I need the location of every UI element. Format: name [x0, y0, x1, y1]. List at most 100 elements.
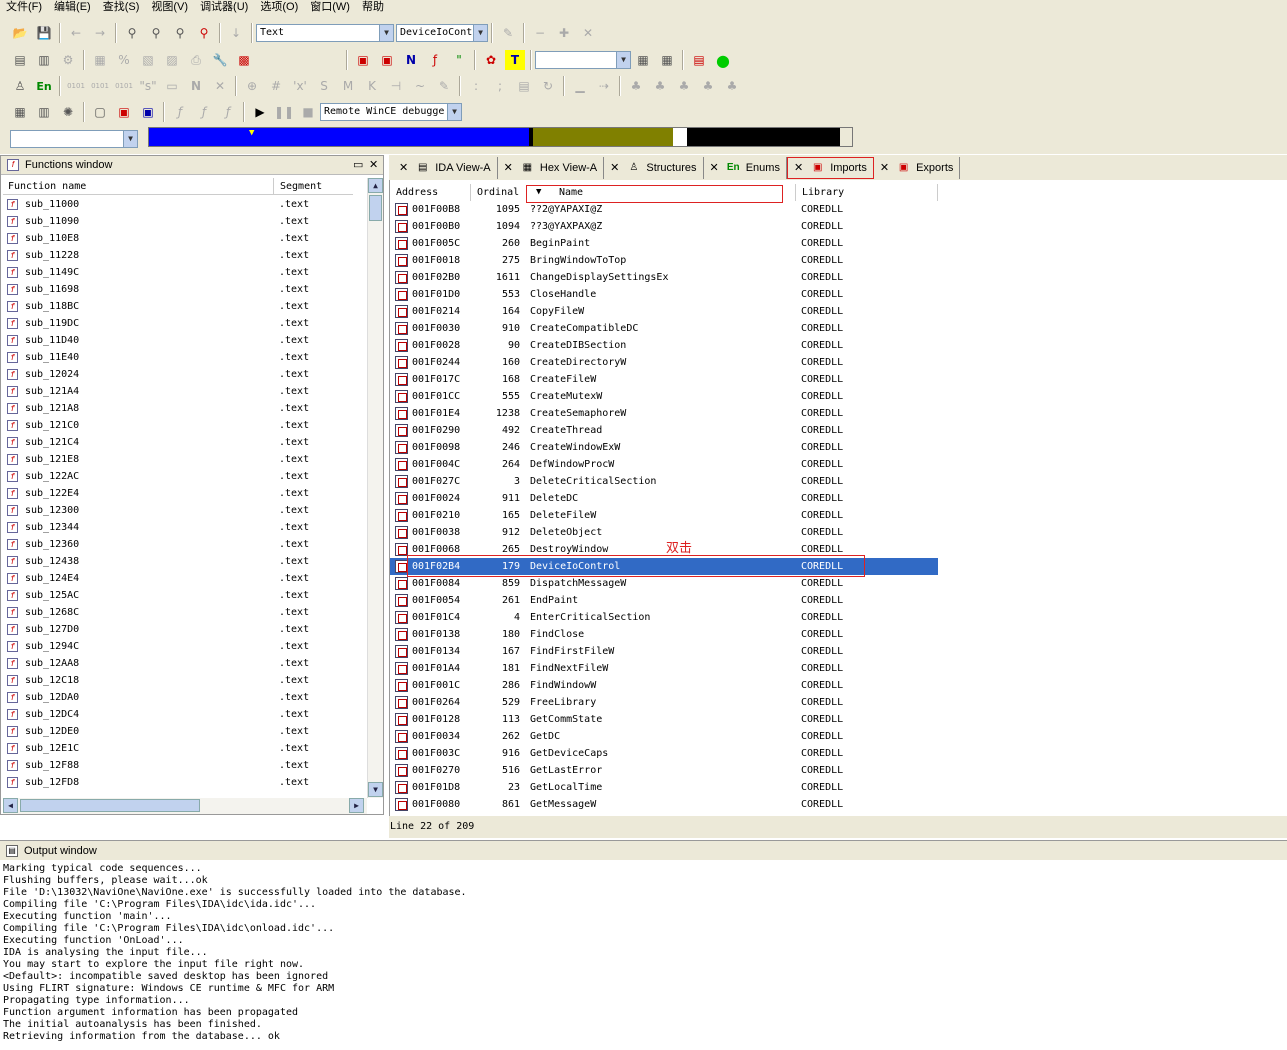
import-row[interactable]: 001F0134 167 FindFirstFileW COREDLL — [390, 643, 938, 660]
segment-s-icon[interactable]: S — [314, 76, 334, 96]
database-icon[interactable]: ▥ — [34, 102, 54, 122]
scroll-down-icon[interactable]: ▼ — [368, 782, 383, 797]
notes-icon[interactable]: ▤ — [689, 50, 709, 70]
search-type-combo[interactable]: Text ▼ — [256, 24, 394, 42]
hscroll-thumb[interactable] — [20, 799, 200, 812]
forward-arrow-icon[interactable]: → — [90, 23, 110, 43]
tree4-icon[interactable]: ♣ — [698, 76, 718, 96]
function-row[interactable]: f sub_12344 .text — [3, 519, 365, 536]
functions-vscroll[interactable]: ▲ ▼ — [367, 178, 383, 798]
import-row[interactable]: 001F01CC 555 CreateMutexW COREDLL — [390, 388, 938, 405]
close-icon[interactable]: ✕ — [369, 156, 378, 175]
import-row[interactable]: 001F00B8 1095 ??2@YAPAXI@Z COREDLL — [390, 201, 938, 218]
percent-icon[interactable]: % — [114, 50, 134, 70]
menu-options[interactable]: 选项(O) — [254, 0, 304, 15]
import-row[interactable]: 001F0080 861 GetMessageW COREDLL — [390, 796, 938, 813]
calc-x-icon[interactable]: ▦ — [657, 50, 677, 70]
calculator-icon[interactable]: ▦ — [10, 102, 30, 122]
chevron-down-icon[interactable]: ▼ — [123, 131, 137, 147]
function-row[interactable]: f sub_11E40 .text — [3, 349, 365, 366]
tilde-icon[interactable]: ~ — [410, 76, 430, 96]
import-row[interactable]: 001F01C4 4 EnterCriticalSection COREDLL — [390, 609, 938, 626]
tab-close-icon[interactable]: ✕ — [610, 161, 619, 174]
k-icon[interactable]: K — [362, 76, 382, 96]
save-icon[interactable]: 💾 — [34, 23, 54, 43]
function-row[interactable]: f sub_12DA0 .text — [3, 689, 365, 706]
function-row[interactable]: f sub_12F88 .text — [3, 757, 365, 774]
tree-icon[interactable]: ♣ — [626, 76, 646, 96]
functions-icon[interactable]: ƒ — [425, 50, 445, 70]
function-row[interactable]: f sub_121A4 .text — [3, 383, 365, 400]
names-icon[interactable]: N — [401, 50, 421, 70]
column-ordinal[interactable]: Ordinal — [470, 184, 519, 201]
flow-icon[interactable]: ⇢ — [594, 76, 614, 96]
scroll-thumb[interactable] — [369, 195, 382, 221]
graph-icon[interactable]: ▨ — [162, 50, 182, 70]
import-row[interactable]: 001F0018 275 BringWindowToTop COREDLL — [390, 252, 938, 269]
navigation-band[interactable]: ▼ — [148, 127, 853, 147]
window-red-icon[interactable]: ▣ — [114, 102, 134, 122]
grid-icon[interactable]: ▦ — [90, 50, 110, 70]
function-row[interactable]: f sub_11090 .text — [3, 213, 365, 230]
function-row[interactable]: f sub_11000 .text — [3, 196, 365, 213]
function-row[interactable]: f sub_122E4 .text — [3, 485, 365, 502]
menu-help[interactable]: 帮助 — [356, 0, 390, 15]
function-row[interactable]: f sub_121C4 .text — [3, 434, 365, 451]
function-row[interactable]: f sub_121C0 .text — [3, 417, 365, 434]
tab-close-icon[interactable]: ✕ — [794, 161, 803, 174]
chevron-down-icon[interactable]: ▼ — [473, 25, 487, 41]
menu-window[interactable]: 窗口(W) — [304, 0, 356, 15]
function-row[interactable]: f sub_11228 .text — [3, 247, 365, 264]
tab-exports[interactable]: ✕ ▣ Exports — [874, 156, 961, 179]
import-row[interactable]: 001F0270 516 GetLastError COREDLL — [390, 762, 938, 779]
import-row[interactable]: 001F01E4 1238 CreateSemaphoreW COREDLL — [390, 405, 938, 422]
char-icon[interactable]: 'x' — [290, 76, 310, 96]
import-icon[interactable]: ▣ — [353, 50, 373, 70]
chevron-down-icon[interactable]: ▼ — [379, 25, 393, 41]
restore-icon[interactable]: ▭ — [353, 156, 363, 175]
import-row[interactable]: 001F0210 165 DeleteFileW COREDLL — [390, 507, 938, 524]
import-row[interactable]: 001F01D0 553 CloseHandle COREDLL — [390, 286, 938, 303]
address-combo[interactable]: ▼ — [10, 130, 138, 148]
function-row[interactable]: f sub_12DE0 .text — [3, 723, 365, 740]
semicolon-icon[interactable]: ; — [490, 76, 510, 96]
import-row[interactable]: 001F004C 264 DefWindowProcW COREDLL — [390, 456, 938, 473]
function-row[interactable]: f sub_12AA8 .text — [3, 655, 365, 672]
function-row[interactable]: f sub_125AC .text — [3, 587, 365, 604]
tab-close-icon[interactable]: ✕ — [504, 161, 513, 174]
chevron-down-icon[interactable]: ▼ — [447, 104, 461, 120]
green-light-icon[interactable]: ● — [713, 50, 733, 70]
import-row[interactable]: 001F001C 286 FindWindowW COREDLL — [390, 677, 938, 694]
menu-edit[interactable]: 编辑(E) — [48, 0, 97, 15]
function-row[interactable]: f sub_1294C .text — [3, 638, 365, 655]
open-folder-icon[interactable]: 📂 — [10, 23, 30, 43]
m-icon[interactable]: M — [338, 76, 358, 96]
debugger-combo[interactable]: Remote WinCE debugge ▼ — [320, 103, 462, 121]
function-row[interactable]: f sub_12438 .text — [3, 553, 365, 570]
import-row[interactable]: 001F0030 910 CreateCompatibleDC COREDLL — [390, 320, 938, 337]
undefine-icon[interactable]: ✕ — [210, 76, 230, 96]
function-row[interactable]: f sub_12C18 .text — [3, 672, 365, 689]
window-icon[interactable]: ▢ — [90, 102, 110, 122]
chart-icon[interactable]: ▧ — [138, 50, 158, 70]
tab-close-icon[interactable]: ✕ — [880, 161, 889, 174]
column-address[interactable]: Address — [396, 184, 438, 201]
hash-icon[interactable]: # — [266, 76, 286, 96]
function-row[interactable]: f sub_110E8 .text — [3, 230, 365, 247]
document-lines-icon[interactable]: ▥ — [34, 50, 54, 70]
strings-icon[interactable]: " — [449, 50, 469, 70]
column-function-name[interactable]: Function name — [8, 178, 86, 195]
tab-close-icon[interactable]: ✕ — [710, 161, 719, 174]
close-x-icon[interactable]: ✕ — [578, 23, 598, 43]
window-blue-icon[interactable]: ▣ — [138, 102, 158, 122]
segments-icon[interactable]: ✿ — [481, 50, 501, 70]
import-row[interactable]: 001F0138 180 FindClose COREDLL — [390, 626, 938, 643]
function-row[interactable]: f sub_12DC4 .text — [3, 706, 365, 723]
function-row[interactable]: f sub_12360 .text — [3, 536, 365, 553]
scroll-left-icon[interactable]: ◀ — [3, 798, 18, 813]
code-icon[interactable]: 0101 — [66, 76, 86, 96]
wrench-icon[interactable]: 🔧 — [210, 50, 230, 70]
types-icon[interactable]: T — [505, 50, 525, 70]
tab-enums[interactable]: ✕ En Enums — [704, 156, 787, 179]
binoculars-text-icon[interactable]: ⚲ — [170, 23, 190, 43]
